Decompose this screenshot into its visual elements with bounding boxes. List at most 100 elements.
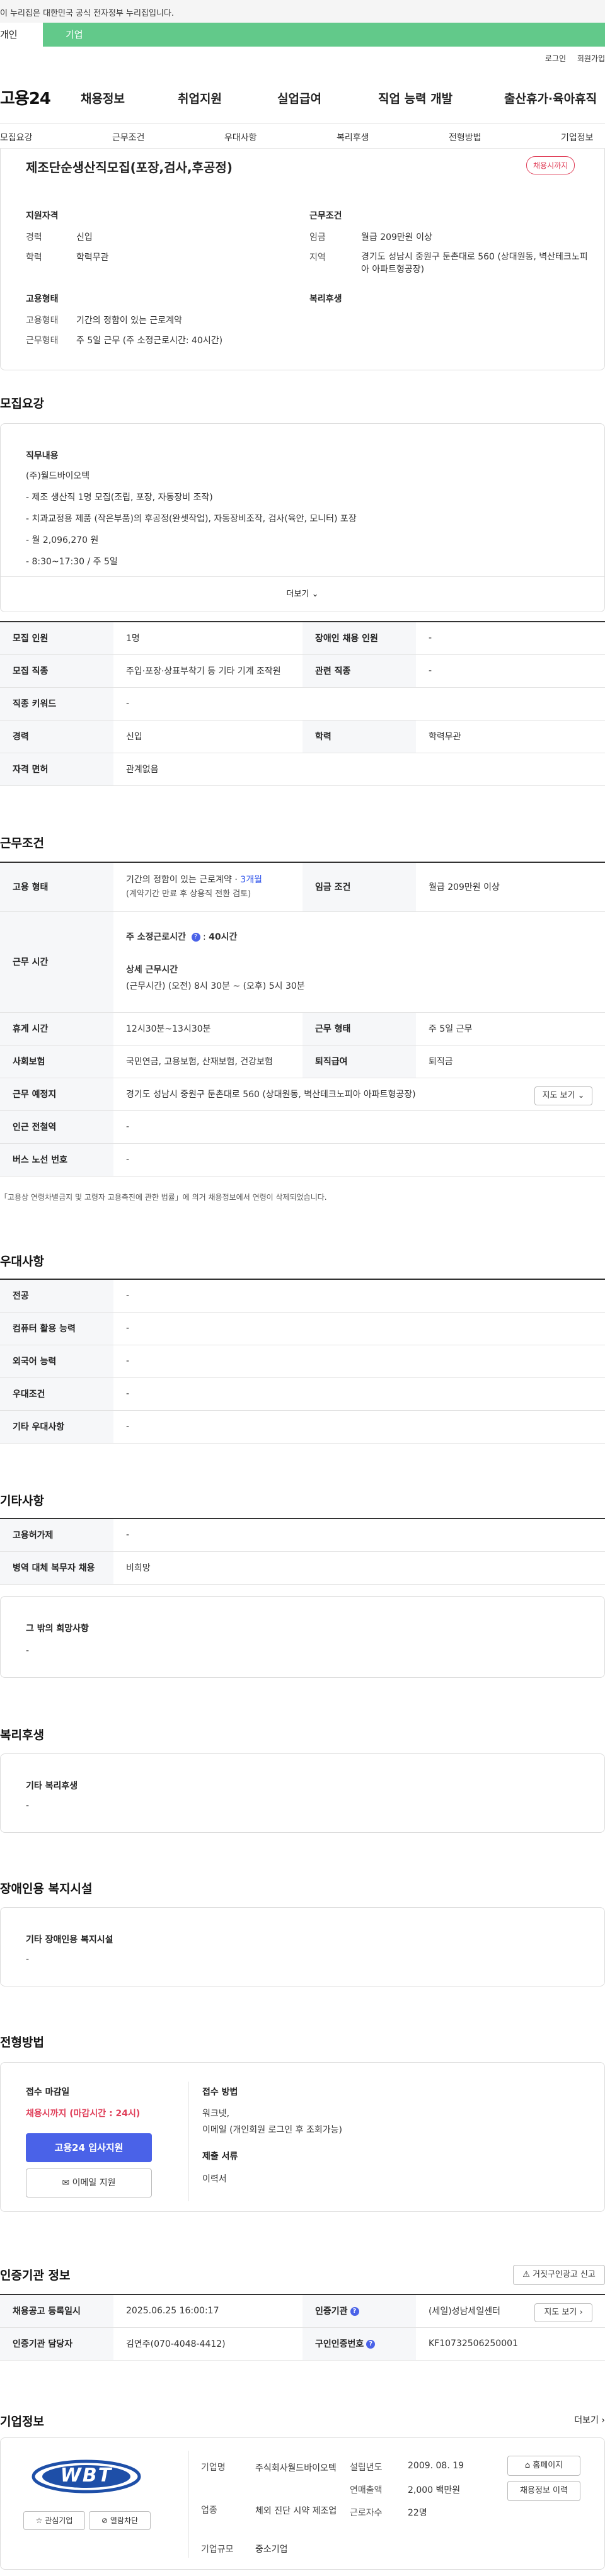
- table-row: 사회보험 국민연금, 고용보험, 산재보험, 건강보험 퇴직급여 퇴직금: [0, 1045, 605, 1078]
- edu-value: 학력무관: [76, 253, 109, 263]
- nav-unemployment-benefit[interactable]: 실업급여: [277, 89, 321, 106]
- cell-head: 기타 우대사항: [0, 1410, 113, 1444]
- cell-head: 모집 직종: [0, 654, 113, 688]
- name-label: 기업명: [201, 2463, 226, 2473]
- cell-head: 병역 대체 복무자 채용: [0, 1551, 113, 1585]
- method-line: 워크넷,: [202, 2109, 230, 2119]
- more-label: 더보기: [574, 2415, 599, 2425]
- snb-welfare[interactable]: 복리후생: [337, 131, 369, 144]
- duty-line: - 8:30~17:30 / 주 5일: [26, 557, 118, 567]
- duty-card: 직무내용 (주)월드바이오텍 - 제조 생산직 1명 모집(조립, 포장, 자동…: [0, 423, 605, 612]
- cell-head: 임금 조건: [302, 862, 416, 912]
- deadline-value: 채용시까지 (마감시간 : 24시): [26, 2109, 141, 2119]
- welfare-value: -: [26, 1801, 30, 1811]
- cell-head: 우대조건: [0, 1377, 113, 1411]
- qual-heading: 지원자격: [26, 211, 59, 221]
- name-value: 주식회사월드바이오텍: [255, 2463, 337, 2473]
- work-type-label: 근무형태: [26, 336, 59, 346]
- job-title: 제조단순생산직모집(포장,검사,후공정): [26, 160, 233, 175]
- cell-head: 구인인증번호?: [302, 2327, 416, 2361]
- signup-link[interactable]: 회원가입: [577, 54, 605, 63]
- hope-heading: 그 밖의 희망사항: [26, 1624, 89, 1634]
- site-logo[interactable]: 고용24: [0, 86, 51, 109]
- nav-job-info[interactable]: 채용정보: [81, 89, 125, 106]
- apply-button[interactable]: 고용24 입사지원: [26, 2133, 152, 2162]
- duty-line: - 치과교정용 제품 (작은부품)의 후공정(완셋작업), 자동장비조작, 검사…: [26, 514, 357, 524]
- table-row: 전공 -: [0, 1279, 605, 1313]
- report-button[interactable]: ⚠ 거짓구인광고 신고: [513, 2265, 605, 2285]
- block-icon: ⊘: [101, 2516, 108, 2525]
- work-table: 고용 형태 기간의 정함이 있는 근로계약 · 3개월 (계약기간 만료 후 상…: [0, 862, 605, 1177]
- hours-cell: 주 소정근로시간 ? : 40시간 상세 근무시간 (근무시간) (오전) 8시…: [113, 911, 605, 1013]
- agency-map-button[interactable]: 지도 보기 ›: [534, 2303, 592, 2322]
- cell-head: 자격 면허: [0, 753, 113, 786]
- duty-line: (주)월드바이오텍: [26, 471, 90, 481]
- pref-title: 우대사항: [0, 1255, 44, 1268]
- email-btn-label: 이메일 지원: [72, 2178, 116, 2188]
- industry-value: 체외 진단 시약 제조업: [255, 2506, 337, 2516]
- table-row: 근무 시간 주 소정근로시간 ? : 40시간 상세 근무시간 (근무시간) (…: [0, 911, 605, 1013]
- nav-skill-development[interactable]: 직업 능력 개발: [378, 89, 452, 106]
- snb-preferences[interactable]: 우대사항: [224, 131, 257, 144]
- age-note: 「고용상 연령차별금지 및 고령자 고용촉진에 관한 법률」에 의거 채용정보에…: [0, 1193, 327, 1202]
- emp-cell: 기간의 정함이 있는 근로계약 · 3개월 (계약기간 만료 후 상용직 전환 …: [113, 862, 302, 912]
- duty-heading: 직무내용: [26, 451, 59, 461]
- career-label: 경력: [26, 232, 42, 242]
- snb-recruit[interactable]: 모집요강: [0, 131, 33, 144]
- interest-button[interactable]: ☆ 관심기업: [23, 2511, 85, 2530]
- hope-card: 그 밖의 희망사항 -: [0, 1596, 605, 1678]
- cell-head: 인증기관?: [302, 2294, 416, 2328]
- table-row: 채용공고 등록일시 2025.06.25 16:00:17 인증기관? (세일)…: [0, 2294, 605, 2328]
- etc-table: 고용허가제 - 병역 대체 복무자 채용 비희망: [0, 1518, 605, 1585]
- cell-head: 근무 예정지: [0, 1078, 113, 1111]
- doc-head: 제출 서류: [202, 2151, 238, 2162]
- emp-months: 3개월: [240, 874, 262, 885]
- cell-head: 직종 키워드: [0, 687, 113, 721]
- map-view-button[interactable]: 지도 보기 ⌄: [534, 1086, 592, 1105]
- hours-detail: (근무시간) (오전) 8시 30분 ~ (오후) 5시 30분: [126, 981, 305, 991]
- snb-work-conditions[interactable]: 근무조건: [112, 131, 145, 144]
- emp-heading: 고용형태: [26, 294, 59, 304]
- hope-value: -: [26, 1646, 30, 1656]
- recruit-table: 모집 인원 1명 장애인 채용 인원 - 모집 직종 주입·포장·상표부착기 등…: [0, 621, 605, 786]
- email-apply-button[interactable]: ✉ 이메일 지원: [26, 2169, 152, 2197]
- region-value: 경기도 성남시 중원구 둔촌대로 560 (상대원동, 벽산테크노피아 아파트형…: [361, 252, 588, 275]
- disab-head: 기타 장애인용 복지시설: [26, 1935, 113, 1945]
- homepage-button[interactable]: ⌂ 홈페이지: [507, 2456, 580, 2476]
- est-value: 2009. 08. 19: [408, 2461, 464, 2471]
- table-row: 기타 우대사항 -: [0, 1410, 605, 1444]
- cell-value: -: [416, 654, 605, 688]
- company-more-link[interactable]: 더보기 ›: [574, 2414, 605, 2426]
- logo-text: WBT: [60, 2465, 113, 2487]
- screen-title: 전형방법: [0, 2036, 44, 2049]
- map-btn-label: 지도 보기: [542, 1090, 575, 1100]
- cell-head: 모집 인원: [0, 622, 113, 655]
- tab-personal[interactable]: 개인: [0, 23, 43, 47]
- table-row: 모집 인원 1명 장애인 채용 인원 -: [0, 622, 605, 655]
- more-button[interactable]: 더보기 ⌄: [1, 576, 604, 612]
- wage-label: 임금: [309, 232, 326, 242]
- job-history-button[interactable]: 채용정보 이력: [507, 2481, 580, 2501]
- snb-screening[interactable]: 전형방법: [449, 131, 481, 144]
- table-row: 컴퓨터 활용 능력 -: [0, 1312, 605, 1345]
- nav-employment-support[interactable]: 취업지원: [178, 89, 222, 106]
- block-button[interactable]: ⊘ 열람차단: [89, 2511, 151, 2530]
- emp-type-value: 기간의 정함이 있는 근로계약: [76, 316, 182, 326]
- cell-value: 주입·포장·상표부착기 등 기타 기계 조작원: [113, 654, 302, 688]
- est-label: 설립년도: [350, 2463, 383, 2473]
- help-icon[interactable]: ?: [191, 933, 200, 942]
- block-label: 열람차단: [110, 2516, 139, 2525]
- table-row: 근무 예정지 경기도 성남시 중원구 둔촌대로 560 (상대원동, 벽산테크노…: [0, 1078, 605, 1111]
- map-btn-label: 지도 보기: [544, 2308, 577, 2317]
- snb-company[interactable]: 기업정보: [561, 131, 594, 144]
- cell-head: 관련 직종: [302, 654, 416, 688]
- cell-value: -: [113, 1279, 605, 1313]
- help-icon[interactable]: ?: [350, 2307, 359, 2317]
- emp-value: 기간의 정함이 있는 근로계약: [126, 874, 232, 885]
- nav-maternity-leave[interactable]: 출산휴가·육아휴직: [504, 89, 597, 106]
- table-row: 우대조건 -: [0, 1377, 605, 1411]
- tab-business[interactable]: 기업: [66, 23, 83, 47]
- company-logo: WBT: [23, 2454, 149, 2499]
- help-icon[interactable]: ?: [366, 2340, 376, 2349]
- login-link[interactable]: 로그인: [545, 54, 566, 63]
